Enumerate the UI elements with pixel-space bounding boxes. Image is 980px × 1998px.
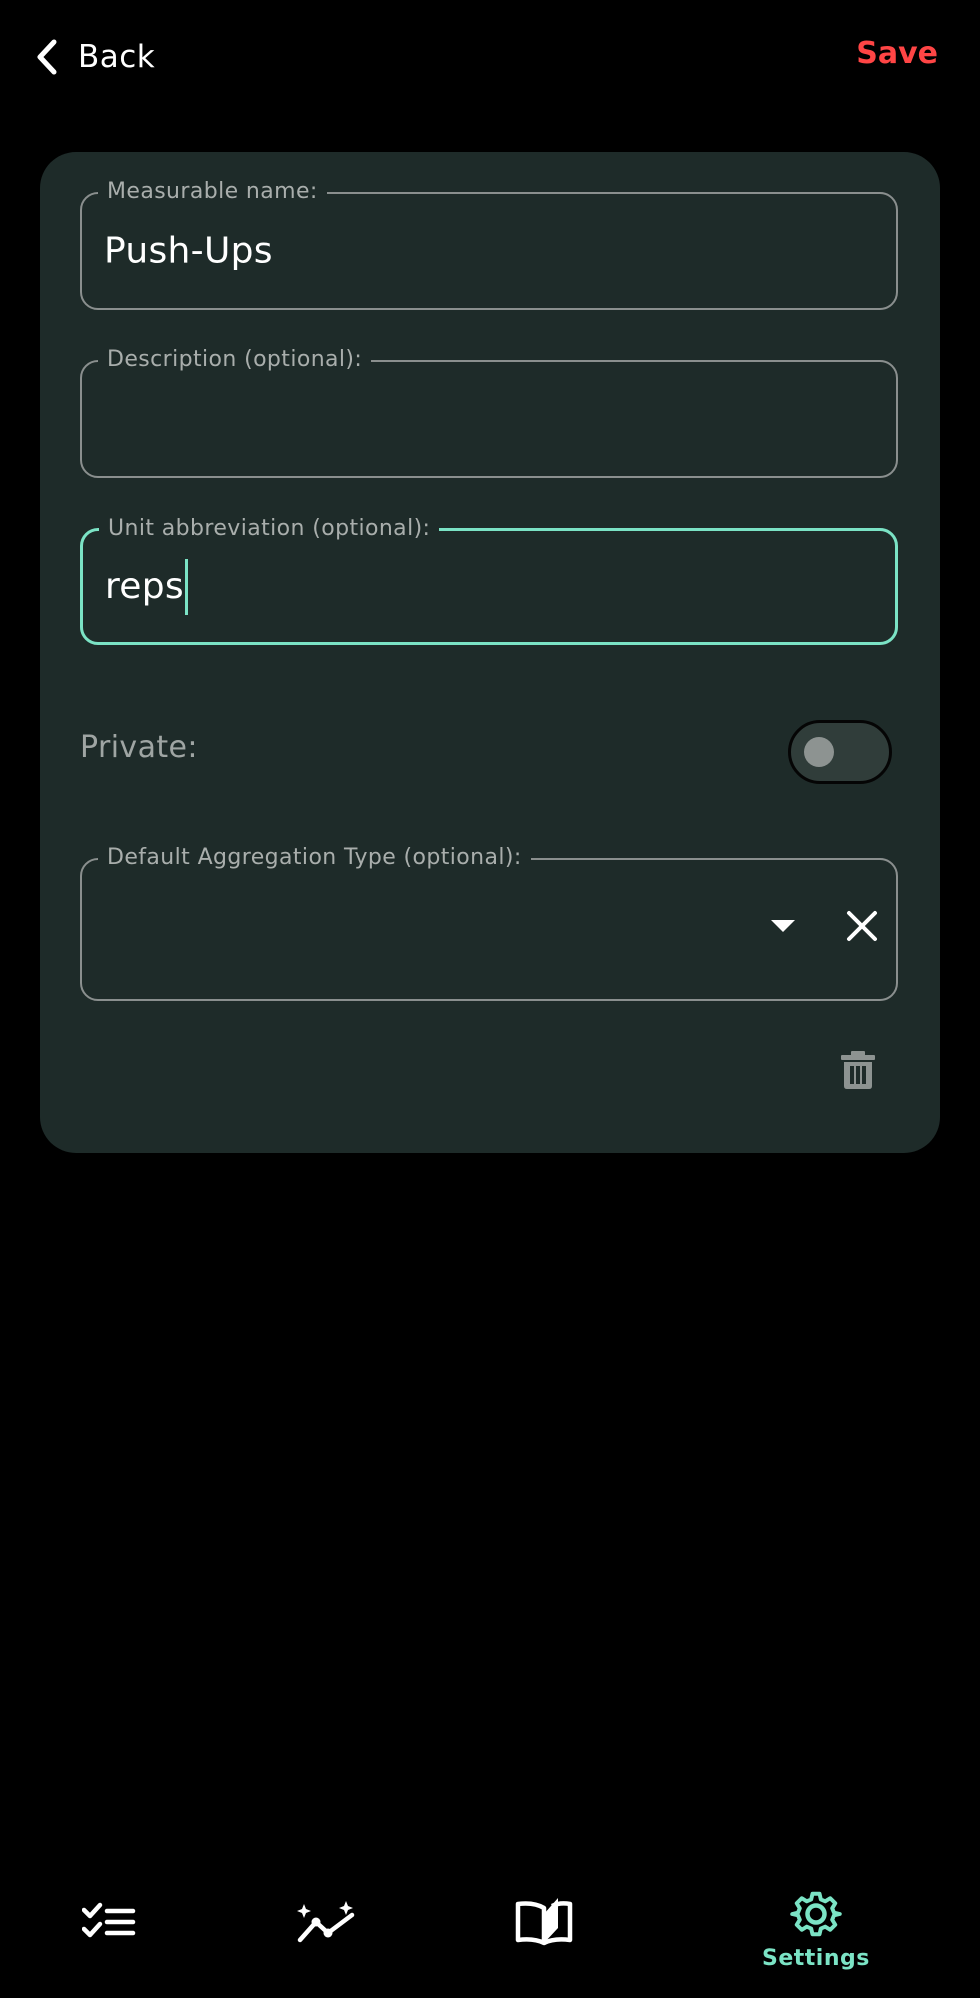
- chart-sparkle-icon: [296, 1900, 358, 1944]
- measurable-form-card: Measurable name: Push-Ups Description (o…: [40, 152, 940, 1153]
- clear-icon[interactable]: [846, 910, 878, 942]
- description-field[interactable]: Description (optional):: [80, 347, 898, 478]
- save-button[interactable]: Save: [856, 36, 938, 71]
- aggregation-type-label: Default Aggregation Type (optional):: [98, 845, 531, 871]
- toggle-thumb: [804, 737, 834, 767]
- open-book-icon: [514, 1896, 574, 1946]
- unit-abbreviation-label: Unit abbreviation (optional):: [99, 516, 440, 542]
- unit-abbreviation-input: reps: [105, 558, 188, 615]
- private-label: Private:: [80, 730, 198, 765]
- text-cursor: [184, 558, 188, 615]
- bottom-navigation: Settings: [0, 1860, 980, 1998]
- nav-item-journal[interactable]: [514, 1896, 574, 1946]
- trash-icon[interactable]: [840, 1050, 876, 1090]
- private-toggle[interactable]: [788, 720, 892, 784]
- nav-label-settings: Settings: [762, 1946, 870, 1971]
- unit-abbreviation-value: reps: [105, 566, 184, 607]
- nav-item-insights[interactable]: [296, 1900, 358, 1944]
- dropdown-arrow-icon[interactable]: [770, 918, 796, 934]
- nav-item-settings[interactable]: Settings: [762, 1888, 870, 1971]
- aggregation-type-select[interactable]: Default Aggregation Type (optional):: [80, 845, 898, 1001]
- description-label: Description (optional):: [98, 347, 372, 373]
- measurable-name-field[interactable]: Measurable name: Push-Ups: [80, 179, 898, 310]
- unit-abbreviation-field[interactable]: Unit abbreviation (optional): reps: [80, 516, 898, 645]
- nav-item-tasks[interactable]: [82, 1902, 136, 1942]
- chevron-left-icon: [36, 37, 64, 77]
- measurable-name-label: Measurable name:: [98, 179, 327, 205]
- back-label: Back: [78, 39, 156, 75]
- checklist-icon: [82, 1902, 136, 1942]
- back-button[interactable]: Back: [36, 32, 155, 82]
- measurable-name-value: Push-Ups: [104, 230, 273, 272]
- gear-icon: [790, 1888, 842, 1940]
